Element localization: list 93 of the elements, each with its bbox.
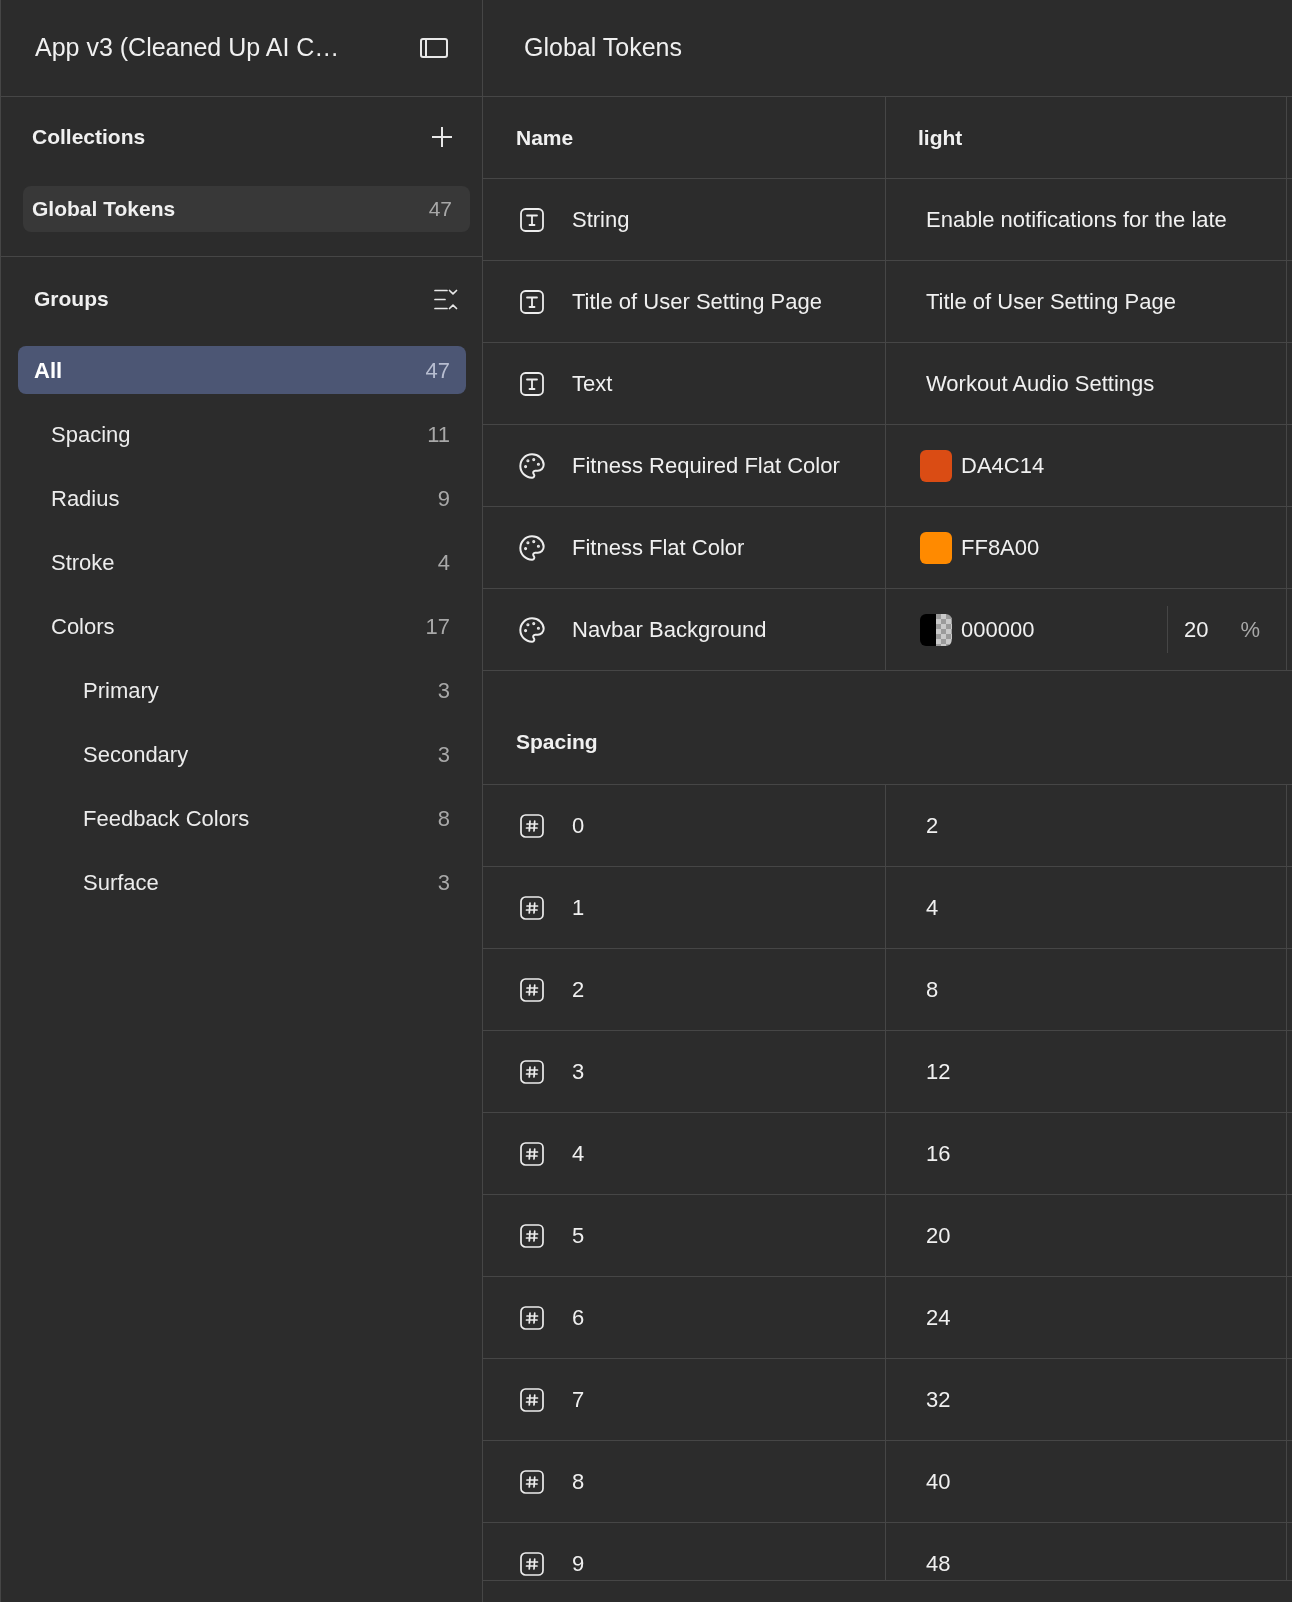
- token-name: 5: [572, 1222, 585, 1250]
- group-label: Stroke: [51, 548, 115, 577]
- collection-count: 47: [428, 196, 452, 223]
- group-label: All: [34, 356, 63, 385]
- token-name: String: [572, 206, 630, 234]
- color-swatch-icon[interactable]: [920, 613, 952, 646]
- collection-item[interactable]: Global Tokens 47: [23, 186, 470, 232]
- text-type-icon: [520, 207, 544, 232]
- text-type-icon: [520, 371, 544, 396]
- hex-value: DA4C14: [961, 452, 1045, 480]
- percent-unit: %: [1240, 616, 1260, 644]
- hex-value: 000000: [961, 616, 1035, 644]
- token-value: Title of User Setting Page: [925, 288, 1176, 316]
- group-label: Radius: [51, 484, 120, 513]
- token-name: 4: [572, 1140, 585, 1168]
- token-value: 2: [925, 812, 939, 840]
- group-count: 8: [437, 804, 450, 833]
- section-heading: Spacing: [516, 728, 598, 755]
- group-item[interactable]: Feedback Colors 8: [18, 794, 466, 842]
- token-name: 2: [572, 976, 585, 1004]
- number-type-icon: [520, 1305, 544, 1330]
- token-value: 48: [925, 1550, 951, 1578]
- number-type-icon: [520, 1469, 544, 1494]
- color-swatch-icon[interactable]: [920, 449, 952, 482]
- collection-label: Global Tokens: [32, 196, 176, 223]
- token-value: Workout Audio Settings: [925, 370, 1155, 398]
- group-label: Spacing: [51, 420, 131, 449]
- token-value: 4: [925, 894, 939, 922]
- token-value: 32: [925, 1386, 951, 1414]
- group-item[interactable]: Radius 9: [18, 474, 466, 522]
- group-label: Primary: [83, 676, 159, 705]
- group-label: Colors: [51, 612, 115, 641]
- token-value: 20: [925, 1222, 951, 1250]
- project-title: App v3 (Cleaned Up AI C…: [35, 32, 340, 64]
- collapse-list-icon[interactable]: [434, 288, 458, 310]
- token-name: 3: [572, 1058, 585, 1086]
- number-type-icon: [520, 895, 544, 920]
- group-count: 17: [425, 612, 450, 641]
- sidebar-toggle-icon[interactable]: [420, 38, 448, 58]
- token-name: Title of User Setting Page: [572, 288, 822, 316]
- group-count: 3: [437, 676, 450, 705]
- number-type-icon: [520, 1551, 544, 1576]
- group-item[interactable]: Stroke 4: [18, 538, 466, 586]
- group-item[interactable]: All 47: [18, 346, 466, 394]
- group-count: 3: [437, 868, 450, 897]
- token-name: 1: [572, 894, 585, 922]
- token-name: Navbar Background: [572, 616, 767, 644]
- number-type-icon: [520, 1387, 544, 1412]
- page-title: Global Tokens: [524, 32, 682, 64]
- token-name: 7: [572, 1386, 585, 1414]
- token-name: 0: [572, 812, 585, 840]
- group-count: 11: [427, 420, 450, 449]
- token-value: 16: [925, 1140, 951, 1168]
- group-label: Surface: [83, 868, 159, 897]
- group-label: Secondary: [83, 740, 189, 769]
- number-type-icon: [520, 1223, 544, 1248]
- group-count: 4: [437, 548, 450, 577]
- number-type-icon: [520, 1141, 544, 1166]
- add-icon[interactable]: [432, 127, 452, 147]
- token-name: 8: [572, 1468, 585, 1496]
- group-item[interactable]: Secondary 3: [18, 730, 466, 778]
- group-item[interactable]: Primary 3: [18, 666, 466, 714]
- token-value: 12: [925, 1058, 951, 1086]
- number-type-icon: [520, 1059, 544, 1084]
- token-value: 24: [925, 1304, 951, 1332]
- number-type-icon: [520, 813, 544, 838]
- token-value: Enable notifications for the late: [925, 206, 1227, 234]
- token-name: Text: [572, 370, 613, 398]
- token-value: 40: [925, 1468, 951, 1496]
- column-header: Name: [516, 124, 574, 151]
- group-label: Feedback Colors: [83, 804, 250, 833]
- color-swatch-icon[interactable]: [920, 531, 952, 564]
- group-item[interactable]: Surface 3: [18, 858, 466, 906]
- collections-heading: Collections: [32, 124, 146, 151]
- text-type-icon: [520, 289, 544, 314]
- token-name: Fitness Flat Color: [572, 534, 745, 562]
- group-item[interactable]: Spacing 11: [18, 410, 466, 458]
- token-value: 8: [925, 976, 939, 1004]
- token-name: Fitness Required Flat Color: [572, 452, 840, 480]
- number-type-icon: [520, 977, 544, 1002]
- palette-icon: [518, 533, 546, 562]
- group-item[interactable]: Colors 17: [18, 602, 466, 650]
- group-count: 9: [437, 484, 450, 513]
- groups-heading: Groups: [34, 286, 109, 313]
- column-header: light: [918, 124, 963, 151]
- group-count: 47: [425, 356, 450, 385]
- token-name: 6: [572, 1304, 585, 1332]
- palette-icon: [518, 451, 546, 480]
- token-name: 9: [572, 1550, 585, 1578]
- hex-value: FF8A00: [961, 534, 1040, 562]
- group-count: 3: [437, 740, 450, 769]
- opacity-value: 20: [1184, 616, 1209, 644]
- palette-icon: [518, 615, 546, 644]
